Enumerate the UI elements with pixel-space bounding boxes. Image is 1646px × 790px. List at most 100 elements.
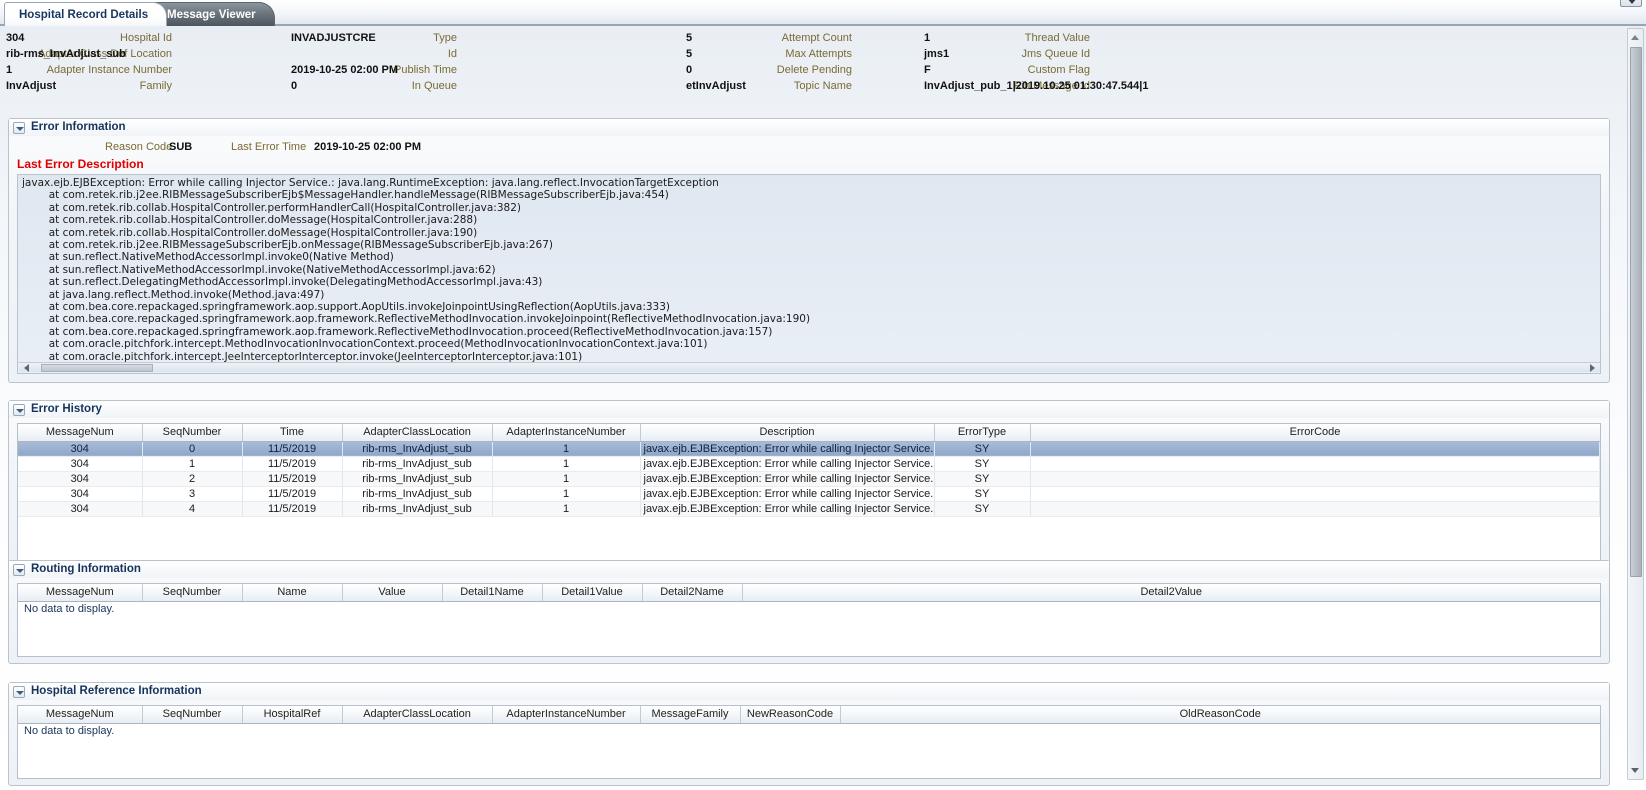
table-error-history[interactable]: MessageNum SeqNumber Time AdapterClassLo… — [17, 423, 1601, 563]
scroll-up-icon[interactable] — [1629, 31, 1642, 44]
column-header-seqnumber[interactable]: SeqNumber — [142, 706, 242, 723]
cell-seqnumber: 3 — [142, 486, 242, 501]
last-error-description-title: Last Error Description — [17, 157, 144, 171]
column-header-newreasoncode[interactable]: NewReasonCode — [740, 706, 840, 723]
field-value: INVADJUSTCRE — [291, 32, 376, 44]
cell-description: javax.ejb.EJBException: Error while call… — [640, 441, 934, 456]
cell-errorcode — [1030, 486, 1600, 501]
column-header-adapterinstancenumber[interactable]: AdapterInstanceNumber — [492, 706, 640, 723]
application-window: Hospital Record Details Message Viewer H… — [0, 0, 1646, 790]
panel-title: Hospital Reference Information — [31, 685, 202, 697]
stack-trace-horizontal-scrollbar[interactable] — [19, 362, 1601, 372]
table-row[interactable]: 304 1 11/5/2019 rib-rms_InvAdjust_sub 1 … — [18, 456, 1600, 471]
table-row[interactable]: 304 3 11/5/2019 rib-rms_InvAdjust_sub 1 … — [18, 486, 1600, 501]
routing-information-empty-text: No data to display. — [24, 603, 114, 615]
stack-trace-box[interactable]: javax.ejb.EJBException: Error while call… — [17, 174, 1601, 374]
cell-description: javax.ejb.EJBException: Error while call… — [640, 471, 934, 486]
panel-header-routing-information[interactable]: Routing Information — [9, 561, 1609, 578]
field-value: InvAdjust — [6, 80, 56, 92]
column-header-name[interactable]: Name — [242, 584, 342, 601]
panel-title: Error Information — [31, 121, 126, 133]
column-header-messagefamily[interactable]: MessageFamily — [640, 706, 740, 723]
tab-message-viewer[interactable]: Message Viewer — [152, 2, 275, 26]
column-header-oldreasoncode[interactable]: OldReasonCode — [840, 706, 1600, 723]
column-header-adapterclasslocation[interactable]: AdapterClassLocation — [342, 706, 492, 723]
cell-errorcode — [1030, 456, 1600, 471]
panel-title: Error History — [31, 403, 102, 415]
cell-errorcode — [1030, 441, 1600, 456]
cell-messagenum: 304 — [18, 501, 142, 516]
table-routing-information[interactable]: MessageNum SeqNumber Name Value Detail1N… — [17, 583, 1601, 657]
tab-label: Message Viewer — [167, 9, 256, 21]
error-history-grid: MessageNum SeqNumber Time AdapterClassLo… — [18, 424, 1600, 517]
scroll-down-icon[interactable] — [1629, 764, 1642, 777]
field-value: 304 — [6, 32, 24, 44]
cell-adapterinstancenumber: 1 — [492, 456, 640, 471]
field-value: 5 — [686, 48, 692, 60]
cell-errorcode — [1030, 471, 1600, 486]
panel-header-error-information[interactable]: Error Information — [9, 119, 1609, 136]
cell-messagenum: 304 — [18, 471, 142, 486]
field-label: Id — [448, 48, 457, 60]
field-label: Thread Value — [1025, 32, 1090, 44]
column-header-hospitalref[interactable]: HospitalRef — [242, 706, 342, 723]
column-header-errorcode[interactable]: ErrorCode — [1030, 424, 1600, 441]
scrollbar-thumb[interactable] — [1630, 47, 1642, 577]
column-header-messagenum[interactable]: MessageNum — [18, 584, 142, 601]
column-header-seqnumber[interactable]: SeqNumber — [142, 424, 242, 441]
column-header-value[interactable]: Value — [342, 584, 442, 601]
column-header-seqnumber[interactable]: SeqNumber — [142, 584, 242, 601]
content-area: Hospital Id 304 Adapter Class Def Locati… — [0, 26, 1646, 790]
cell-description: javax.ejb.EJBException: Error while call… — [640, 456, 934, 471]
field-value: 2019-10-25 02:00 PM — [291, 64, 398, 76]
table-row[interactable]: 304 0 11/5/2019 rib-rms_InvAdjust_sub 1 … — [18, 441, 1600, 456]
panel-routing-information: Routing Information MessageNum SeqNumber… — [8, 560, 1610, 664]
tab-label: Hospital Record Details — [19, 9, 148, 21]
column-header-detail2value[interactable]: Detail2Value — [742, 584, 1600, 601]
field-label: Max Attempts — [785, 48, 852, 60]
cell-seqnumber: 1 — [142, 456, 242, 471]
panel-header-error-history[interactable]: Error History — [9, 401, 1609, 418]
column-header-errortype[interactable]: ErrorType — [934, 424, 1030, 441]
field-label: Jms Queue Id — [1022, 48, 1090, 60]
scroll-left-icon[interactable] — [23, 364, 32, 372]
cell-description: javax.ejb.EJBException: Error while call… — [640, 501, 934, 516]
table-row[interactable]: 304 2 11/5/2019 rib-rms_InvAdjust_sub 1 … — [18, 471, 1600, 486]
panel-header-hospital-reference-information[interactable]: Hospital Reference Information — [9, 683, 1609, 700]
field-label: Type — [433, 32, 457, 44]
column-header-detail1value[interactable]: Detail1Value — [542, 584, 642, 601]
field-value: etInvAdjust — [686, 80, 746, 92]
chevron-down-icon[interactable] — [13, 404, 25, 416]
chevron-down-icon[interactable] — [13, 564, 25, 576]
column-header-adapterinstancenumber[interactable]: AdapterInstanceNumber — [492, 424, 640, 441]
scroll-right-icon[interactable] — [1588, 364, 1597, 372]
scrollbar-thumb[interactable] — [41, 364, 153, 372]
window-vertical-scrollbar[interactable] — [1627, 28, 1644, 780]
column-header-time[interactable]: Time — [242, 424, 342, 441]
cell-errortype: SY — [934, 441, 1030, 456]
label-last-error-time: Last Error Time — [231, 141, 306, 153]
panel-error-history: Error History MessageNum SeqNumber Time — [8, 400, 1610, 570]
field-value: 0 — [291, 80, 297, 92]
column-header-description[interactable]: Description — [640, 424, 934, 441]
column-header-messagenum[interactable]: MessageNum — [18, 424, 142, 441]
chevron-down-icon[interactable] — [13, 686, 25, 698]
column-header-messagenum[interactable]: MessageNum — [18, 706, 142, 723]
field-label: In Queue — [412, 80, 457, 92]
table-hospital-reference-information[interactable]: MessageNum SeqNumber HospitalRef Adapter… — [17, 705, 1601, 779]
cell-seqnumber: 2 — [142, 471, 242, 486]
window-scroll-down-button[interactable] — [1620, 0, 1642, 7]
field-value: rib-rms_InvAdjust_sub — [6, 48, 126, 60]
column-header-detail2name[interactable]: Detail2Name — [642, 584, 742, 601]
cell-adapterclasslocation: rib-rms_InvAdjust_sub — [342, 441, 492, 456]
cell-adapterinstancenumber: 1 — [492, 441, 640, 456]
field-value: 5 — [686, 32, 692, 44]
cell-errortype: SY — [934, 501, 1030, 516]
field-value: 1 — [924, 32, 930, 44]
cell-time: 11/5/2019 — [242, 456, 342, 471]
column-header-detail1name[interactable]: Detail1Name — [442, 584, 542, 601]
table-row[interactable]: 304 4 11/5/2019 rib-rms_InvAdjust_sub 1 … — [18, 501, 1600, 516]
column-header-adapterclasslocation[interactable]: AdapterClassLocation — [342, 424, 492, 441]
chevron-down-icon[interactable] — [13, 122, 25, 134]
tab-hospital-record-details[interactable]: Hospital Record Details — [4, 2, 167, 26]
